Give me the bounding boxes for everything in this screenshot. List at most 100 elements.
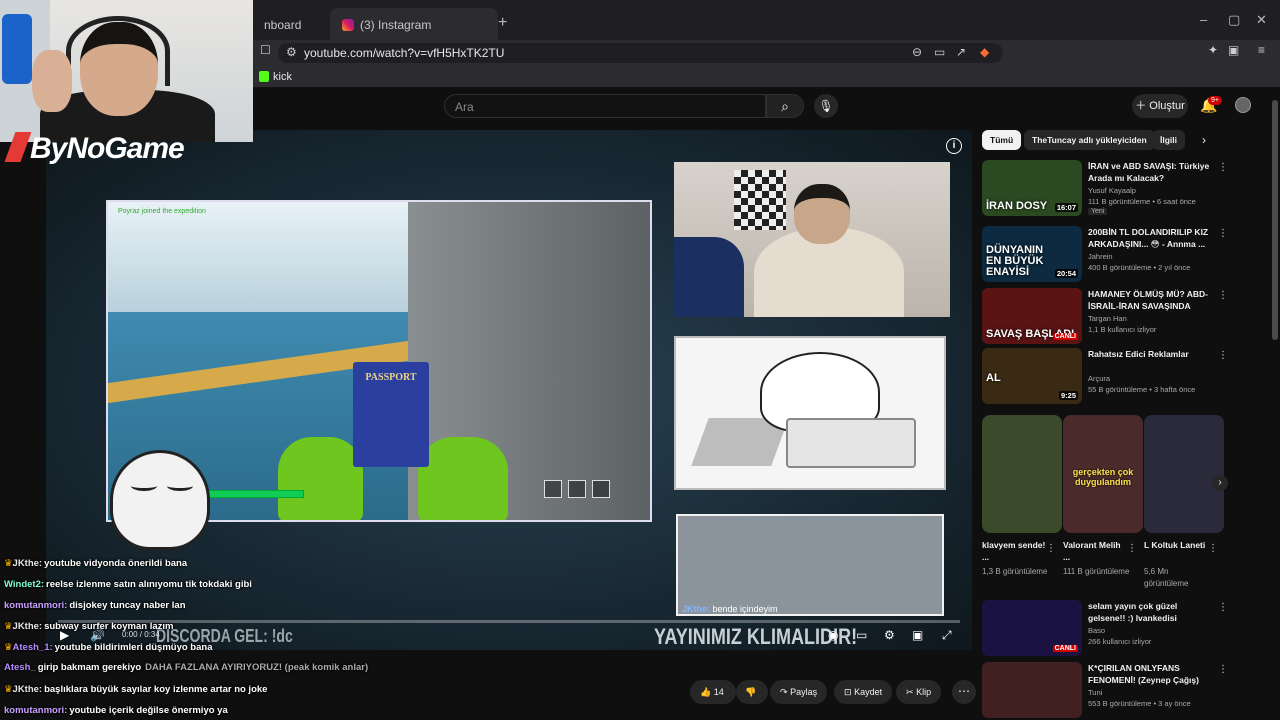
browser-tab-dashboard[interactable]: nboard bbox=[252, 8, 313, 40]
list-item[interactable]: AL 9:25 Rahatsız Edici Reklamlar Arçura … bbox=[982, 348, 1228, 408]
save-button[interactable]: ⊡ Kaydet bbox=[834, 680, 893, 704]
more-vert-icon[interactable]: ⋮ bbox=[1208, 543, 1218, 554]
bookmark-kick[interactable]: kick bbox=[273, 71, 292, 83]
mic-icon: 🎙 bbox=[818, 99, 834, 113]
short-title[interactable]: klavyem sende! ... bbox=[982, 539, 1046, 563]
list-item[interactable]: İRAN DOSY 16:07 İRAN ve ABD SAVAŞI: Türk… bbox=[982, 160, 1228, 220]
more-vert-icon[interactable]: ⋮ bbox=[1218, 228, 1228, 239]
video-title[interactable]: 200BİN TL DOLANDIRILIP KIZ ARKADAŞINI...… bbox=[1088, 226, 1212, 250]
short-thumbnail[interactable]: gerçekten çok duygulandım bbox=[1063, 415, 1143, 533]
logo-text: ByNoGame bbox=[30, 132, 185, 165]
close-window-button[interactable]: ✕ bbox=[1256, 12, 1267, 28]
short-item[interactable]: klavyem sende! ... 1,3 B görüntüleme ⋮ bbox=[982, 415, 1062, 578]
sidebar-icon[interactable]: ▣ bbox=[1228, 43, 1239, 57]
avatar[interactable] bbox=[1235, 97, 1251, 113]
share-button[interactable]: ↷ Paylaş bbox=[770, 680, 828, 704]
browser-tab-instagram[interactable]: (3) Instagram bbox=[330, 8, 498, 40]
more-vert-icon[interactable]: ⋮ bbox=[1218, 602, 1228, 613]
chip-uploader[interactable]: TheTuncay adlı yükleyiciden bbox=[1024, 130, 1155, 150]
like-button[interactable]: 👍 14 bbox=[690, 680, 736, 704]
video-thumbnail[interactable]: SAVAŞ BAŞLADI CANLI bbox=[982, 288, 1082, 344]
more-vert-icon[interactable]: ⋮ bbox=[1218, 350, 1228, 361]
more-vert-icon[interactable]: ⋮ bbox=[1218, 664, 1228, 675]
maximize-button[interactable]: ▢ bbox=[1228, 12, 1240, 28]
chat-user: Windet2: bbox=[4, 579, 45, 590]
stream-chat-message: JKthe: bende içindeyim bbox=[682, 604, 778, 614]
autoplay-toggle[interactable]: ◉ bbox=[828, 628, 838, 642]
video-title[interactable]: selam yayın çok güzel gelsene!! :) lvank… bbox=[1088, 600, 1212, 624]
miniplayer-icon[interactable]: ▣ bbox=[912, 628, 923, 642]
search-button[interactable]: ⌕ bbox=[766, 94, 804, 118]
short-item[interactable]: L Koltuk Laneti 5,6 Mn görüntüleme ⋮ bbox=[1144, 415, 1224, 590]
facecam-overlay bbox=[0, 0, 253, 142]
cam-blanket bbox=[674, 237, 744, 317]
chevron-right-icon[interactable]: › bbox=[1202, 133, 1206, 147]
info-icon[interactable]: i bbox=[946, 138, 962, 154]
chip-all[interactable]: Tümü bbox=[982, 130, 1022, 150]
channel-name[interactable]: Arçura bbox=[1088, 374, 1110, 383]
video-title[interactable]: HAMANEY ÖLMÜŞ MÜ? ABD-İSRAİL-İRAN SAVAŞI… bbox=[1088, 288, 1212, 312]
list-item[interactable]: DÜNYANIN EN BÜYÜK ENAYİSİ 20:54 200BİN T… bbox=[982, 226, 1228, 286]
video-player[interactable]: Poyraz joined the expedition PASSPORT JK… bbox=[46, 130, 972, 650]
facecam-jug bbox=[2, 14, 32, 84]
list-item[interactable]: CANLI selam yayın çok güzel gelsene!! :)… bbox=[982, 600, 1228, 660]
video-title[interactable]: İRAN ve ABD SAVAŞI: Türkiye Arada mı Kal… bbox=[1088, 160, 1212, 184]
chat-text: reelse izlenme satın alınıyomu tik tokda… bbox=[46, 579, 252, 590]
chevron-right-icon[interactable]: › bbox=[1212, 475, 1228, 491]
chip-related[interactable]: İlgili bbox=[1152, 130, 1185, 150]
more-vert-icon[interactable]: ⋮ bbox=[1218, 162, 1228, 173]
chat-text: girip bakmam gerekiyo bbox=[37, 662, 142, 673]
clip-button[interactable]: ✂ Klip bbox=[896, 680, 942, 704]
extensions-icon[interactable]: ✦ bbox=[1208, 43, 1218, 57]
progress-bar[interactable] bbox=[58, 620, 960, 623]
subtitles-icon[interactable]: ▭ bbox=[856, 628, 867, 642]
browser-menu-icon[interactable]: ≡ bbox=[1258, 43, 1265, 57]
video-thumbnail[interactable]: CANLI bbox=[982, 600, 1082, 656]
short-item[interactable]: gerçekten çok duygulandım Valorant Melih… bbox=[1063, 415, 1143, 578]
bookmark-icon[interactable]: ☐ bbox=[260, 43, 271, 57]
instagram-icon bbox=[342, 19, 354, 31]
share-page-icon[interactable]: ↗ bbox=[956, 45, 966, 59]
more-vert-icon[interactable]: ⋮ bbox=[1218, 290, 1228, 301]
video-title[interactable]: Rahatsız Edici Reklamlar bbox=[1088, 348, 1212, 360]
channel-name[interactable]: Baso bbox=[1088, 626, 1105, 635]
brave-shield-icon[interactable]: ◆ bbox=[980, 45, 989, 59]
video-thumbnail[interactable] bbox=[982, 662, 1082, 718]
channel-name[interactable]: Tuni bbox=[1088, 688, 1102, 697]
minimize-button[interactable]: – bbox=[1200, 12, 1207, 27]
cam-head bbox=[794, 184, 850, 244]
new-tab-button[interactable]: + bbox=[498, 14, 507, 32]
site-info-icon[interactable]: ⚙ bbox=[286, 45, 297, 59]
video-thumbnail[interactable]: DÜNYANIN EN BÜYÜK ENAYİSİ 20:54 bbox=[982, 226, 1082, 282]
voice-search-button[interactable]: 🎙 bbox=[814, 94, 838, 118]
settings-icon[interactable]: ⚙ bbox=[884, 628, 895, 642]
cast-icon[interactable]: ▭ bbox=[934, 45, 945, 59]
fullscreen-icon[interactable]: ⤢ bbox=[942, 628, 952, 643]
video-thumbnail[interactable]: İRAN DOSY 16:07 bbox=[982, 160, 1082, 216]
short-thumbnail[interactable] bbox=[982, 415, 1062, 533]
short-thumbnail[interactable] bbox=[1144, 415, 1224, 533]
short-title[interactable]: L Koltuk Laneti bbox=[1144, 539, 1208, 563]
zoom-icon[interactable]: ⊖ bbox=[912, 45, 922, 59]
crown-icon: ♛ bbox=[4, 621, 13, 632]
list-item[interactable]: K*ÇIRILAN ONLYFANS FENOMENİ! (Zeynep Çağ… bbox=[982, 662, 1228, 720]
notification-badge: 9+ bbox=[1208, 96, 1222, 105]
dislike-button[interactable]: 👎 bbox=[736, 680, 768, 704]
chat-user: komutanmori: bbox=[4, 705, 68, 716]
search-input[interactable]: Ara bbox=[444, 94, 766, 118]
channel-name[interactable]: Targan Han bbox=[1088, 314, 1127, 323]
create-button[interactable]: ＋ Oluştur bbox=[1132, 94, 1188, 118]
more-icon[interactable]: ⋯ bbox=[952, 680, 976, 704]
save-icon: ⊡ bbox=[844, 687, 852, 697]
url-field[interactable]: ⚙ youtube.com/watch?v=vfH5HxTK2TU ⊖ ▭ ↗ … bbox=[278, 43, 1003, 63]
scrollbar[interactable] bbox=[1272, 100, 1278, 340]
channel-name[interactable]: Jahrein bbox=[1088, 252, 1113, 261]
short-title[interactable]: Valorant Melih ... bbox=[1063, 539, 1127, 563]
video-title[interactable]: K*ÇIRILAN ONLYFANS FENOMENİ! (Zeynep Çağ… bbox=[1088, 662, 1212, 686]
video-thumbnail[interactable]: AL 9:25 bbox=[982, 348, 1082, 404]
channel-name[interactable]: Yusuf Kayaalp bbox=[1088, 186, 1136, 195]
chat-message: Windet2: reelse izlenme satın alınıyomu t… bbox=[4, 579, 252, 590]
list-item[interactable]: SAVAŞ BAŞLADI CANLI HAMANEY ÖLMÜŞ MÜ? AB… bbox=[982, 288, 1228, 348]
more-vert-icon[interactable]: ⋮ bbox=[1046, 543, 1056, 554]
more-vert-icon[interactable]: ⋮ bbox=[1127, 543, 1137, 554]
